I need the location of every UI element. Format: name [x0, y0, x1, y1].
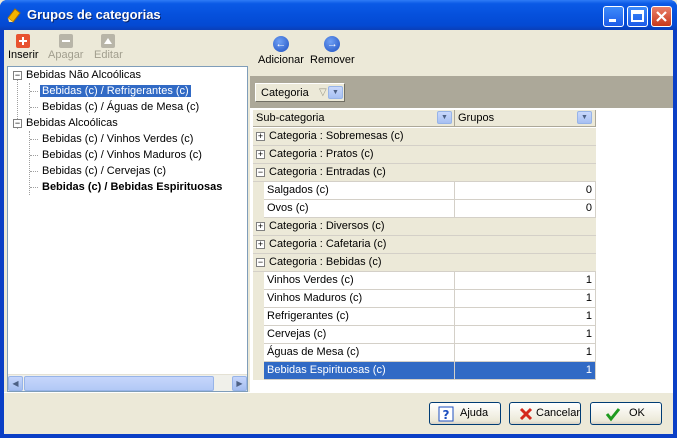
- scroll-left-icon[interactable]: ◀: [8, 376, 23, 391]
- collapse-icon[interactable]: −: [13, 119, 22, 128]
- edit-label: Editar: [94, 49, 123, 61]
- expand-icon[interactable]: +: [256, 150, 265, 159]
- filter-icon[interactable]: ▽: [319, 87, 327, 98]
- expand-icon[interactable]: +: [256, 132, 265, 141]
- group-row-diversos[interactable]: + Categoria : Diversos (c): [253, 218, 596, 236]
- maximize-icon: [631, 10, 644, 22]
- tree-horizontal-scrollbar[interactable]: ◀ ▶: [8, 374, 247, 391]
- help-icon: ?: [438, 406, 454, 422]
- ok-button[interactable]: OK: [590, 402, 662, 425]
- application-window: Grupos de categorias Inserir Apagar Edit…: [0, 0, 677, 438]
- tree-item-cervejas[interactable]: Bebidas (c) / Cervejas (c): [40, 163, 168, 179]
- collapse-icon[interactable]: −: [256, 168, 265, 177]
- tree-item-vinhos-maduros[interactable]: Bebidas (c) / Vinhos Maduros (c): [40, 147, 204, 163]
- insert-label: Inserir: [8, 49, 39, 61]
- checkmark-icon: [605, 408, 621, 422]
- window-title: Grupos de categorias: [27, 7, 161, 22]
- expand-icon[interactable]: +: [256, 240, 265, 249]
- category-tree[interactable]: − Bebidas Não Alcoólicas Bebidas (c) / R…: [7, 66, 248, 392]
- add-button[interactable]: ← Adicionar: [258, 36, 304, 66]
- group-by-panel: Categoria ▽ ▼: [250, 76, 673, 108]
- help-button[interactable]: ? Ajuda: [429, 402, 501, 425]
- scroll-right-icon[interactable]: ▶: [232, 376, 247, 391]
- column-header-grupos[interactable]: Grupos ▼: [455, 110, 596, 127]
- insert-button[interactable]: Inserir: [8, 34, 39, 61]
- grid-toolbar: ← Adicionar → Remover: [252, 30, 673, 70]
- tree-toolbar: Inserir Apagar Editar: [4, 30, 249, 66]
- maximize-button[interactable]: [627, 6, 648, 27]
- tree-item-aguas-de-mesa[interactable]: Bebidas (c) / Águas de Mesa (c): [40, 99, 201, 115]
- arrow-left-icon: ←: [272, 36, 289, 52]
- close-button[interactable]: [651, 6, 672, 27]
- ok-label: OK: [629, 407, 645, 419]
- close-icon: [656, 11, 667, 22]
- remove-label: Remover: [310, 54, 355, 66]
- chevron-down-icon[interactable]: ▼: [577, 111, 592, 124]
- title-bar[interactable]: Grupos de categorias: [0, 0, 677, 30]
- cancel-icon: [519, 407, 533, 421]
- tree-group-non-alcoholic[interactable]: Bebidas Não Alcoólicas: [24, 67, 143, 83]
- minimize-button[interactable]: [603, 6, 624, 27]
- edit-button[interactable]: Editar: [94, 34, 123, 61]
- group-row-entradas[interactable]: − Categoria : Entradas (c): [253, 164, 596, 182]
- delete-button[interactable]: Apagar: [48, 34, 83, 61]
- remove-button[interactable]: → Remover: [310, 36, 355, 66]
- app-icon: [7, 8, 21, 23]
- delete-label: Apagar: [48, 49, 84, 61]
- chevron-down-icon[interactable]: ▼: [328, 86, 343, 99]
- svg-text:?: ?: [443, 408, 450, 422]
- arrow-right-icon: →: [324, 36, 341, 52]
- tree-group-alcoholic[interactable]: Bebidas Alcoólicas: [24, 115, 120, 131]
- data-grid: Sub-categoria ▼ Grupos ▼ + Categoria : S…: [250, 108, 673, 392]
- chevron-down-icon[interactable]: ▼: [437, 111, 452, 124]
- group-row-sobremesas[interactable]: + Categoria : Sobremesas (c): [253, 128, 596, 146]
- group-chip-label: Categoria: [261, 87, 309, 99]
- edit-icon: [101, 34, 116, 48]
- group-chip-categoria[interactable]: Categoria ▽ ▼: [255, 83, 345, 102]
- group-row-cafetaria[interactable]: + Categoria : Cafetaria (c): [253, 236, 596, 254]
- tree-item-bebidas-espirituosas[interactable]: Bebidas (c) / Bebidas Espirituosas: [40, 179, 224, 195]
- collapse-icon[interactable]: −: [13, 71, 22, 80]
- minimize-icon: [609, 19, 616, 22]
- help-label: Ajuda: [460, 407, 489, 419]
- column-header-subcategoria[interactable]: Sub-categoria ▼: [253, 110, 455, 127]
- dialog-client-area: Inserir Apagar Editar − Bebidas Não Alco…: [4, 30, 673, 434]
- plus-icon: [16, 34, 31, 48]
- tree-item-vinhos-verdes[interactable]: Bebidas (c) / Vinhos Verdes (c): [40, 131, 195, 147]
- cancel-label: Cancelar: [536, 407, 581, 419]
- cancel-button[interactable]: Cancelar: [509, 402, 581, 425]
- expand-icon[interactable]: +: [256, 222, 265, 231]
- group-row-bebidas[interactable]: − Categoria : Bebidas (c): [253, 254, 596, 272]
- collapse-icon[interactable]: −: [256, 258, 265, 267]
- tree-item-refrigerantes[interactable]: Bebidas (c) / Refrigerantes (c): [40, 83, 191, 99]
- dialog-button-bar: ? Ajuda Cancelar OK: [4, 392, 673, 434]
- group-row-pratos[interactable]: + Categoria : Pratos (c): [253, 146, 596, 164]
- minus-icon: [58, 34, 73, 48]
- add-label: Adicionar: [258, 54, 304, 66]
- scroll-thumb[interactable]: [24, 376, 214, 391]
